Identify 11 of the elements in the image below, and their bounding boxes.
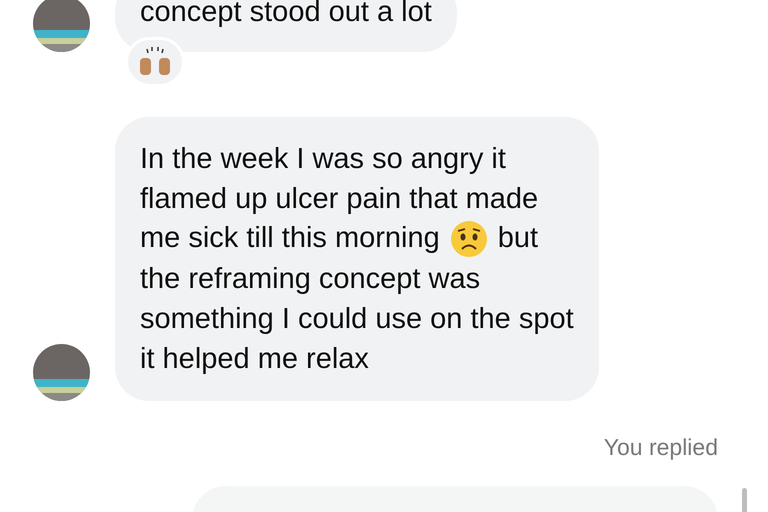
message-line: the reframing concept was xyxy=(140,262,482,297)
message-line: but xyxy=(498,221,538,256)
message-line: it helped me relax xyxy=(140,342,370,377)
message-line: concept stood out a lot xyxy=(140,0,432,30)
reply-label: You replied xyxy=(604,434,718,460)
message-line: flamed up ulcer pain that made xyxy=(140,182,540,217)
worried-face-icon xyxy=(450,220,488,258)
message-line: something I could use on the spot xyxy=(140,302,574,337)
message-line: In the week I was so angry it xyxy=(140,142,507,177)
avatar-photo xyxy=(33,0,90,52)
message-line: me sick till this morning xyxy=(140,221,440,256)
